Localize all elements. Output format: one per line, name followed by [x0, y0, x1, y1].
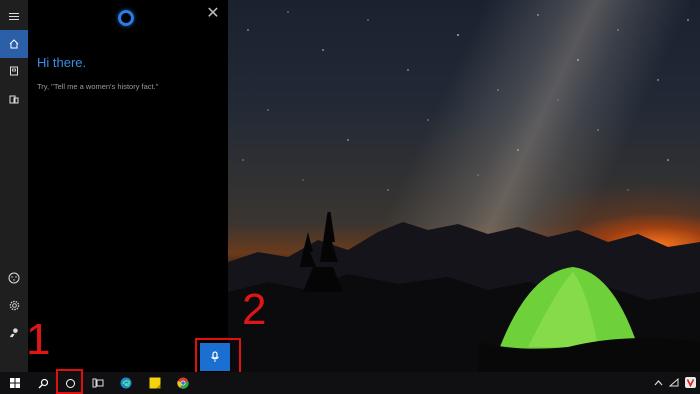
- devices-icon[interactable]: [0, 85, 28, 113]
- sticky-notes-icon[interactable]: [142, 372, 168, 394]
- cortana-logo-icon: [118, 10, 134, 26]
- step-2-label: 2: [242, 285, 267, 334]
- mountain-silhouette: [228, 212, 700, 372]
- chevron-up-icon[interactable]: [654, 378, 663, 388]
- close-icon[interactable]: ✕: [205, 6, 221, 22]
- windows-icon[interactable]: [2, 372, 28, 394]
- feedback-icon[interactable]: [0, 264, 28, 292]
- task-view-icon[interactable]: [85, 372, 111, 394]
- step-1-label: 1: [26, 315, 51, 364]
- greeting-text: Hi there.: [37, 55, 87, 70]
- notebook-icon[interactable]: [0, 57, 28, 85]
- settings-icon[interactable]: [0, 291, 28, 319]
- search-icon[interactable]: [30, 372, 56, 394]
- desktop-wallpaper: [228, 0, 700, 372]
- account-icon[interactable]: [0, 318, 28, 346]
- taskbar: [0, 372, 700, 394]
- highlight-cortana-box: [56, 369, 83, 394]
- cortana-nav-rail: [0, 0, 28, 372]
- chrome-icon[interactable]: [170, 372, 196, 394]
- system-tray: [654, 372, 696, 394]
- network-icon[interactable]: [668, 377, 679, 389]
- suggestion-text: Try, "Tell me a women's history fact.": [37, 82, 159, 91]
- vivaldi-icon[interactable]: [685, 376, 696, 390]
- edge-icon[interactable]: [113, 372, 139, 394]
- home-icon[interactable]: [0, 30, 28, 58]
- hamburger-icon[interactable]: [0, 2, 28, 30]
